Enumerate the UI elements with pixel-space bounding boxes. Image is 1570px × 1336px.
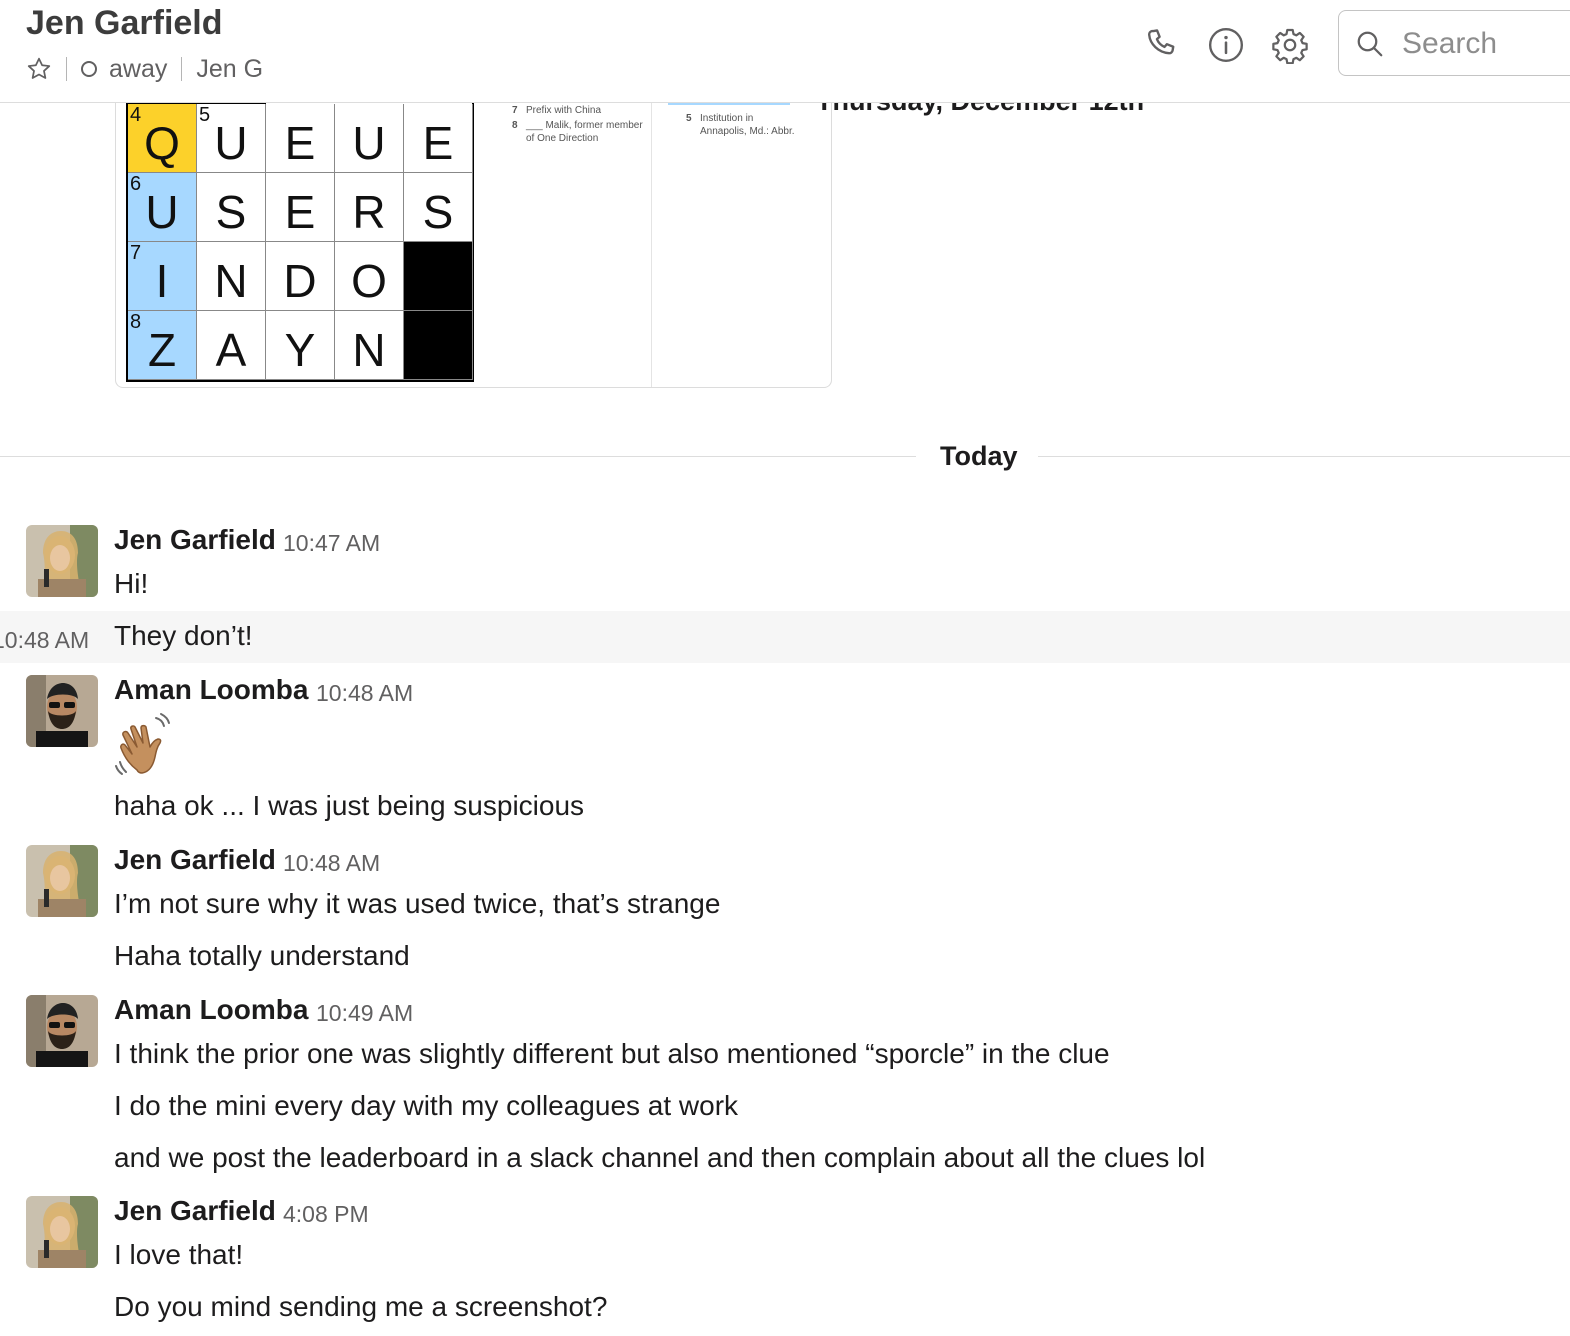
crossword-cell-letter: A: [215, 324, 247, 376]
meta-separator: [66, 57, 67, 81]
crossword-cell: N: [335, 311, 404, 380]
search-input[interactable]: Search: [1338, 10, 1570, 76]
gear-icon[interactable]: [1271, 26, 1309, 65]
crossword-cell: Y: [266, 311, 335, 380]
crossword-cell-letter: R: [352, 186, 386, 238]
crossword-cell: 5U: [197, 104, 266, 173]
crossword-cell-letter: S: [422, 186, 454, 238]
crossword-cell-letter: Q: [144, 117, 180, 169]
message-text: Hi!: [114, 568, 149, 599]
avatar-aman-loomba[interactable]: [26, 675, 98, 747]
message-sender[interactable]: Jen Garfield: [114, 844, 276, 876]
clue-text: Institution in Annapolis, Md.: Abbr.: [700, 113, 795, 137]
clue-text: Prefix with China: [526, 105, 602, 116]
display-name: Jen G: [196, 54, 264, 83]
channel-header: Jen Garfield away Jen G Search: [0, 0, 1570, 103]
star-icon[interactable]: [26, 56, 52, 82]
across-clue-list: 7 Prefix with China 8 ___ Malik, former mem…: [512, 102, 652, 145]
crossword-cell-letter: S: [215, 186, 247, 238]
message-sender[interactable]: Jen Garfield: [114, 1195, 276, 1227]
message-text: I think the prior one was slightly diffe…: [114, 1038, 1110, 1069]
crossword-clue: 8 ___ Malik, former member of One Directi…: [512, 119, 652, 145]
crossword-cell: N: [197, 242, 266, 311]
clue-number: 5: [686, 113, 692, 124]
crossword-cell-letter: U: [214, 117, 248, 169]
presence-status: away: [109, 54, 168, 83]
crossword-cell: 8Z: [128, 311, 197, 380]
crossword-cell-letter: N: [352, 324, 386, 376]
crossword-cell-letter: U: [145, 186, 179, 238]
crossword-cell-letter: E: [284, 117, 316, 169]
crossword-cell-letter: E: [284, 186, 316, 238]
message-text: and we post the leaderboard in a slack c…: [114, 1142, 1206, 1173]
avatar-jen-garfield[interactable]: [26, 845, 98, 917]
crossword-cell-letter: N: [214, 255, 248, 307]
crossword-cell: E: [404, 104, 473, 173]
message-timestamp[interactable]: 10:48 AM: [0, 627, 89, 654]
crossword-clue: 7 Prefix with China: [512, 104, 652, 117]
search-icon: [1357, 31, 1383, 57]
avatar-aman-loomba[interactable]: [26, 995, 98, 1067]
crossword-cell: O: [335, 242, 404, 311]
avatar-jen-garfield[interactable]: [26, 1196, 98, 1268]
clue-panel-divider: [651, 102, 652, 387]
day-divider-line: [0, 456, 916, 457]
info-icon[interactable]: [1207, 26, 1245, 64]
avatar-jen-garfield[interactable]: [26, 525, 98, 597]
crossword-cell-letter: E: [422, 117, 454, 169]
message-text: Haha totally understand: [114, 940, 410, 971]
crossword-cell: S: [404, 173, 473, 242]
message-text: I love that!: [114, 1239, 244, 1270]
message-text: haha ok ... I was just being suspicious: [114, 790, 585, 821]
message-timestamp[interactable]: 10:48 AM: [283, 850, 380, 877]
message-timestamp[interactable]: 10:48 AM: [316, 680, 413, 707]
crossword-cell: E: [266, 173, 335, 242]
crossword-cell: D: [266, 242, 335, 311]
phone-icon[interactable]: [1143, 26, 1181, 64]
crossword-cell: A: [197, 311, 266, 380]
message-text: They don’t!: [114, 620, 253, 651]
clue-text: ___ Malik, former member of One Directio…: [526, 120, 643, 144]
search-placeholder: Search: [1402, 27, 1498, 60]
down-clue-list: 5 Institution in Annapolis, Md.: Abbr.: [686, 110, 798, 138]
clue-number: 7: [512, 105, 518, 116]
waving-hand-emoji: [112, 712, 182, 782]
message-text: I’m not sure why it was used twice, that…: [114, 888, 721, 919]
crossword-cell: U: [335, 104, 404, 173]
crossword-cell-letter: I: [155, 255, 169, 307]
crossword-cell: 7I: [128, 242, 197, 311]
message-sender[interactable]: Aman Loomba: [114, 674, 308, 706]
crossword-screenshot-attachment[interactable]: 4Q5UEUE6USERS7INDO8ZAYN 7 Prefix with Chi…: [115, 102, 832, 388]
crossword-cell: S: [197, 173, 266, 242]
crossword-cell-letter: O: [351, 255, 387, 307]
crossword-cell-letter: D: [283, 255, 317, 307]
message-timestamp[interactable]: 10:47 AM: [283, 530, 380, 557]
message-timestamp[interactable]: 4:08 PM: [283, 1201, 369, 1228]
crossword-cell: R: [335, 173, 404, 242]
crossword-clue: 5 Institution in Annapolis, Md.: Abbr.: [686, 112, 798, 138]
message-timestamp[interactable]: 10:49 AM: [316, 1000, 413, 1027]
crossword-cell-letter: Y: [284, 324, 316, 376]
crossword-cell: 6U: [128, 173, 197, 242]
crossword-grid: 4Q5UEUE6USERS7INDO8ZAYN: [126, 102, 474, 382]
crossword-cell: E: [266, 104, 335, 173]
message-sender[interactable]: Jen Garfield: [114, 524, 276, 556]
day-divider-label[interactable]: Today: [940, 441, 1018, 472]
channel-meta: away Jen G: [26, 52, 263, 86]
crossword-cell-letter: U: [352, 117, 386, 169]
crossword-black-cell: [404, 311, 473, 380]
message-text: I do the mini every day with my colleagu…: [114, 1090, 739, 1121]
crossword-cell: 4Q: [128, 104, 197, 173]
crossword-cell-letter: Z: [147, 324, 177, 376]
message-text: Do you mind sending me a screenshot?: [114, 1291, 608, 1322]
day-divider-line: [1038, 456, 1570, 457]
clue-number: 8: [512, 120, 518, 131]
channel-title[interactable]: Jen Garfield: [26, 4, 223, 43]
crossword-black-cell: [404, 242, 473, 311]
message-sender[interactable]: Aman Loomba: [114, 994, 308, 1026]
presence-away-icon: [81, 61, 97, 77]
meta-separator: [181, 57, 183, 81]
